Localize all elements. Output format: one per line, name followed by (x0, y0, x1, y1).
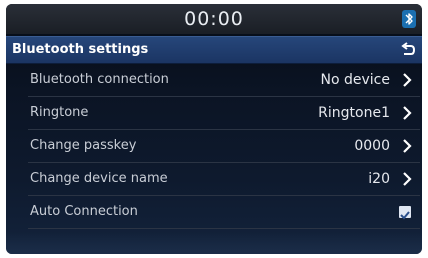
page-title: Bluetooth settings (12, 42, 149, 57)
chevron-right-icon (403, 106, 412, 120)
setting-value: 0000 (354, 138, 390, 154)
clock: 00:00 (184, 8, 244, 30)
status-bar: 00:00 (6, 4, 422, 34)
title-bar: Bluetooth settings (6, 36, 422, 64)
setting-row-change-device-name[interactable]: Change device name i20 (28, 163, 420, 196)
chevron-right-icon (403, 73, 412, 87)
setting-value: i20 (368, 171, 390, 187)
bluetooth-status-icon (402, 10, 416, 28)
chevron-right-icon (403, 172, 412, 186)
back-arrow-icon[interactable] (398, 40, 418, 60)
setting-row-change-passkey[interactable]: Change passkey 0000 (28, 130, 420, 163)
setting-label: Auto Connection (30, 204, 138, 219)
setting-label: Bluetooth connection (30, 72, 169, 87)
setting-value: No device (320, 72, 390, 88)
setting-row-bluetooth-connection[interactable]: Bluetooth connection No device (28, 64, 420, 97)
setting-label: Change passkey (30, 138, 137, 153)
bottom-bar (6, 232, 422, 254)
auto-connection-checkbox[interactable] (399, 206, 411, 220)
setting-row-auto-connection[interactable]: Auto Connection (28, 196, 420, 229)
chevron-right-icon (403, 139, 412, 153)
checkmark-icon (400, 211, 410, 220)
head-unit-screen: 00:00 Bluetooth settings Bluetooth conne… (6, 4, 422, 254)
setting-value: Ringtone1 (318, 105, 390, 121)
setting-label: Ringtone (30, 105, 89, 120)
setting-label: Change device name (30, 171, 168, 186)
setting-row-ringtone[interactable]: Ringtone Ringtone1 (28, 97, 420, 130)
